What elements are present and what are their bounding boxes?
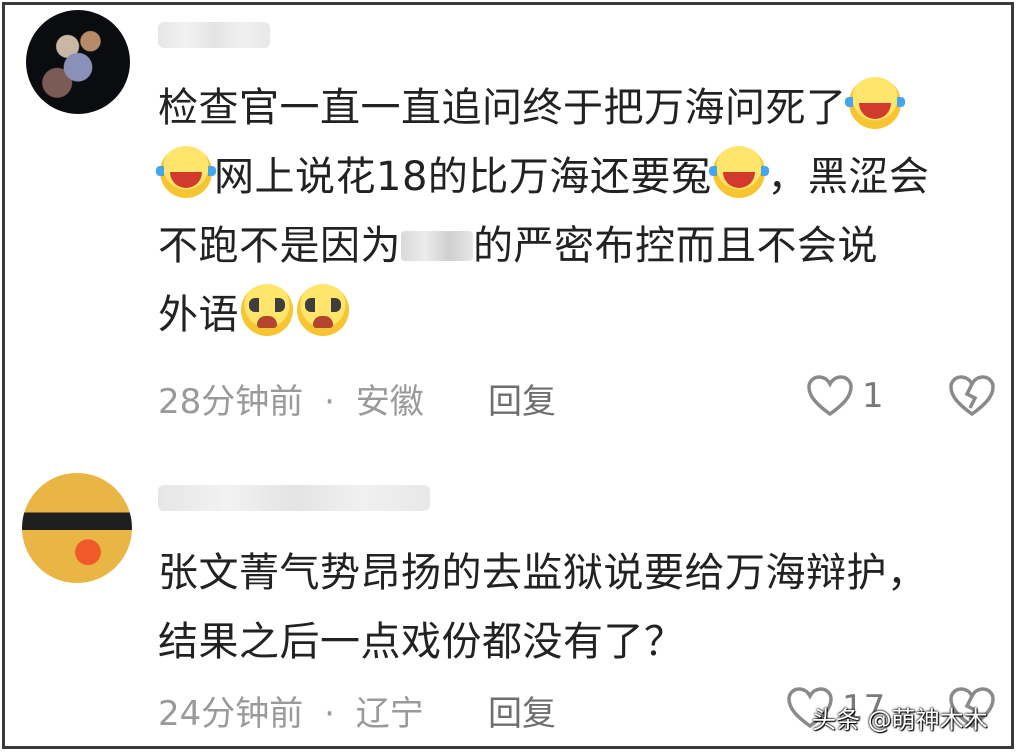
meta-separator: · [324, 694, 335, 734]
comment-time: 24分钟前 [158, 694, 304, 734]
comment-location: 辽宁 [355, 694, 424, 734]
comment-meta: 24分钟前 · 辽宁 [158, 686, 424, 735]
dislike-broken-heart-icon[interactable] [948, 374, 996, 418]
reply-button[interactable]: 回复 [488, 686, 556, 735]
username-blurred[interactable] [158, 22, 270, 48]
like-count: 1 [862, 376, 884, 416]
laughing-tears-icon [709, 146, 770, 198]
meta-separator: · [324, 382, 335, 422]
comment-line: 外语 [158, 281, 929, 350]
comment-text: ，黑涩会 [767, 154, 930, 200]
reply-button[interactable]: 回复 [488, 374, 556, 423]
comment-body: 张文菁气势昂扬的去监狱说要给万海辩护， 结果之后一点戏份都没有了？ [158, 539, 928, 677]
laughing-tears-icon [844, 77, 905, 129]
comment-text: 的严密布控而且不会说 [473, 223, 878, 269]
comment-line: 不跑不是因为 的严密布控而且不会说 [158, 212, 929, 281]
comment-meta: 28分钟前 · 安徽 [158, 374, 424, 423]
comment-text: 张文菁气势昂扬的去监狱说要给万海辩护， [158, 550, 928, 596]
crying-face-icon [297, 284, 349, 336]
user-avatar[interactable] [22, 473, 132, 583]
user-avatar[interactable] [26, 10, 130, 114]
comment-text: 不跑不是因为 [158, 223, 401, 269]
comment-line: 张文菁气势昂扬的去监狱说要给万海辩护， [158, 539, 928, 608]
comment-text: 外语 [158, 292, 239, 338]
comment-body: 检查官一直一直追问终于把万海问死了 网上说花18的比万海还要冤 ，黑涩会 不跑不是… [156, 74, 930, 350]
crying-face-icon [241, 284, 293, 336]
laughing-tears-icon [156, 146, 216, 198]
like-heart-icon[interactable] [806, 374, 854, 418]
comment-location: 安徽 [355, 382, 424, 422]
comment-line: 结果之后一点戏份都没有了？ [158, 608, 928, 677]
comment-text: 网上说花18的比万海还要冤 [214, 154, 712, 200]
comment-line: 网上说花18的比万海还要冤 ，黑涩会 [156, 143, 930, 212]
username-blurred[interactable] [158, 485, 430, 511]
comment-text: 结果之后一点戏份都没有了？ [158, 619, 685, 665]
comment-line: 检查官一直一直追问终于把万海问死了 [158, 74, 929, 143]
redacted-text [401, 231, 473, 261]
watermark: 头条 @萌神木木 [812, 706, 988, 734]
comment-text: 检查官一直一直追问终于把万海问死了 [158, 85, 847, 131]
comment-time: 28分钟前 [158, 382, 304, 422]
